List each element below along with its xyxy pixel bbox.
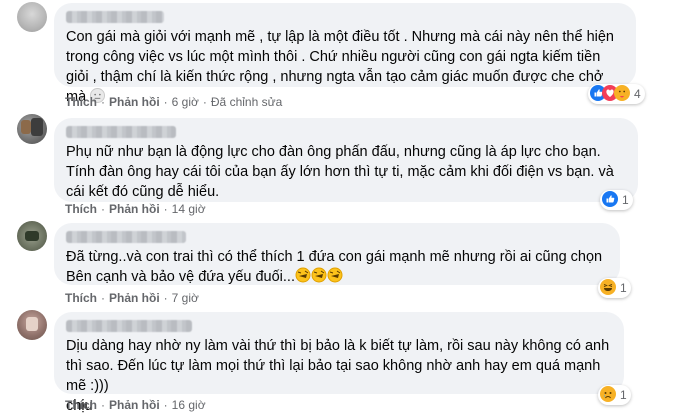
haha-icon — [600, 278, 616, 298]
comment-actions: Thích · Phản hồi · 14 giờ — [65, 202, 206, 216]
avatar[interactable] — [17, 310, 47, 340]
author-name-blurred[interactable] — [66, 231, 186, 243]
like-button[interactable]: Thích — [65, 291, 97, 305]
like-button[interactable]: Thích — [65, 95, 97, 109]
reaction-count: 1 — [622, 193, 629, 207]
comment-actions: Thích · Phản hồi · 6 giờ · Đã chỉnh sửa — [65, 95, 283, 109]
comment-bubble: Phụ nữ như bạn là động lực cho đàn ông p… — [54, 118, 638, 202]
care-icon — [614, 84, 630, 104]
reaction-summary[interactable]: 1 — [600, 190, 633, 210]
avatar[interactable] — [17, 2, 47, 32]
like-button[interactable]: Thích — [65, 398, 97, 412]
comment-actions: Thích · Phản hồi · 7 giờ — [65, 291, 199, 305]
sad-icon — [600, 385, 616, 405]
reaction-count: 1 — [620, 281, 627, 295]
reaction-summary[interactable]: 1 — [598, 385, 631, 405]
author-name-blurred[interactable] — [66, 320, 192, 332]
reply-button[interactable]: Phản hồi — [109, 95, 160, 109]
timestamp[interactable]: 14 giờ — [172, 202, 206, 216]
avatar[interactable] — [17, 221, 47, 251]
reaction-count: 4 — [634, 87, 641, 101]
reaction-summary[interactable]: 1 — [598, 278, 631, 298]
comment-actions: Thích · Phản hồi · 16 giờ — [65, 398, 206, 412]
timestamp[interactable]: 7 giờ — [172, 291, 199, 305]
comment-bubble: Con gái mà giỏi với mạnh mẽ , tự lập là … — [54, 3, 636, 105]
reply-button[interactable]: Phản hồi — [109, 202, 160, 216]
author-name-blurred[interactable] — [66, 126, 176, 138]
like-icon — [602, 190, 618, 210]
comment-bubble: Đã từng..và con trai thì có thể thích 1 … — [54, 223, 620, 285]
reply-button[interactable]: Phản hồi — [109, 291, 160, 305]
edited-label: Đã chỉnh sửa — [210, 95, 283, 109]
comment-text: Phụ nữ như bạn là động lực cho đàn ông p… — [66, 144, 618, 200]
rolling-laughing-icon — [295, 267, 343, 289]
comment-bubble: Dịu dàng hay nhờ ny làm vài thứ thì bị b… — [54, 312, 624, 414]
avatar[interactable] — [17, 114, 47, 144]
reaction-count: 1 — [620, 388, 627, 402]
comment-text: Đã từng..và con trai thì có thể thích 1 … — [66, 247, 608, 289]
timestamp[interactable]: 6 giờ — [172, 95, 199, 109]
reply-button[interactable]: Phản hồi — [109, 398, 160, 412]
timestamp[interactable]: 16 giờ — [172, 398, 206, 412]
author-name-blurred[interactable] — [66, 11, 164, 23]
reaction-summary[interactable]: 4 — [588, 84, 645, 104]
like-button[interactable]: Thích — [65, 202, 97, 216]
